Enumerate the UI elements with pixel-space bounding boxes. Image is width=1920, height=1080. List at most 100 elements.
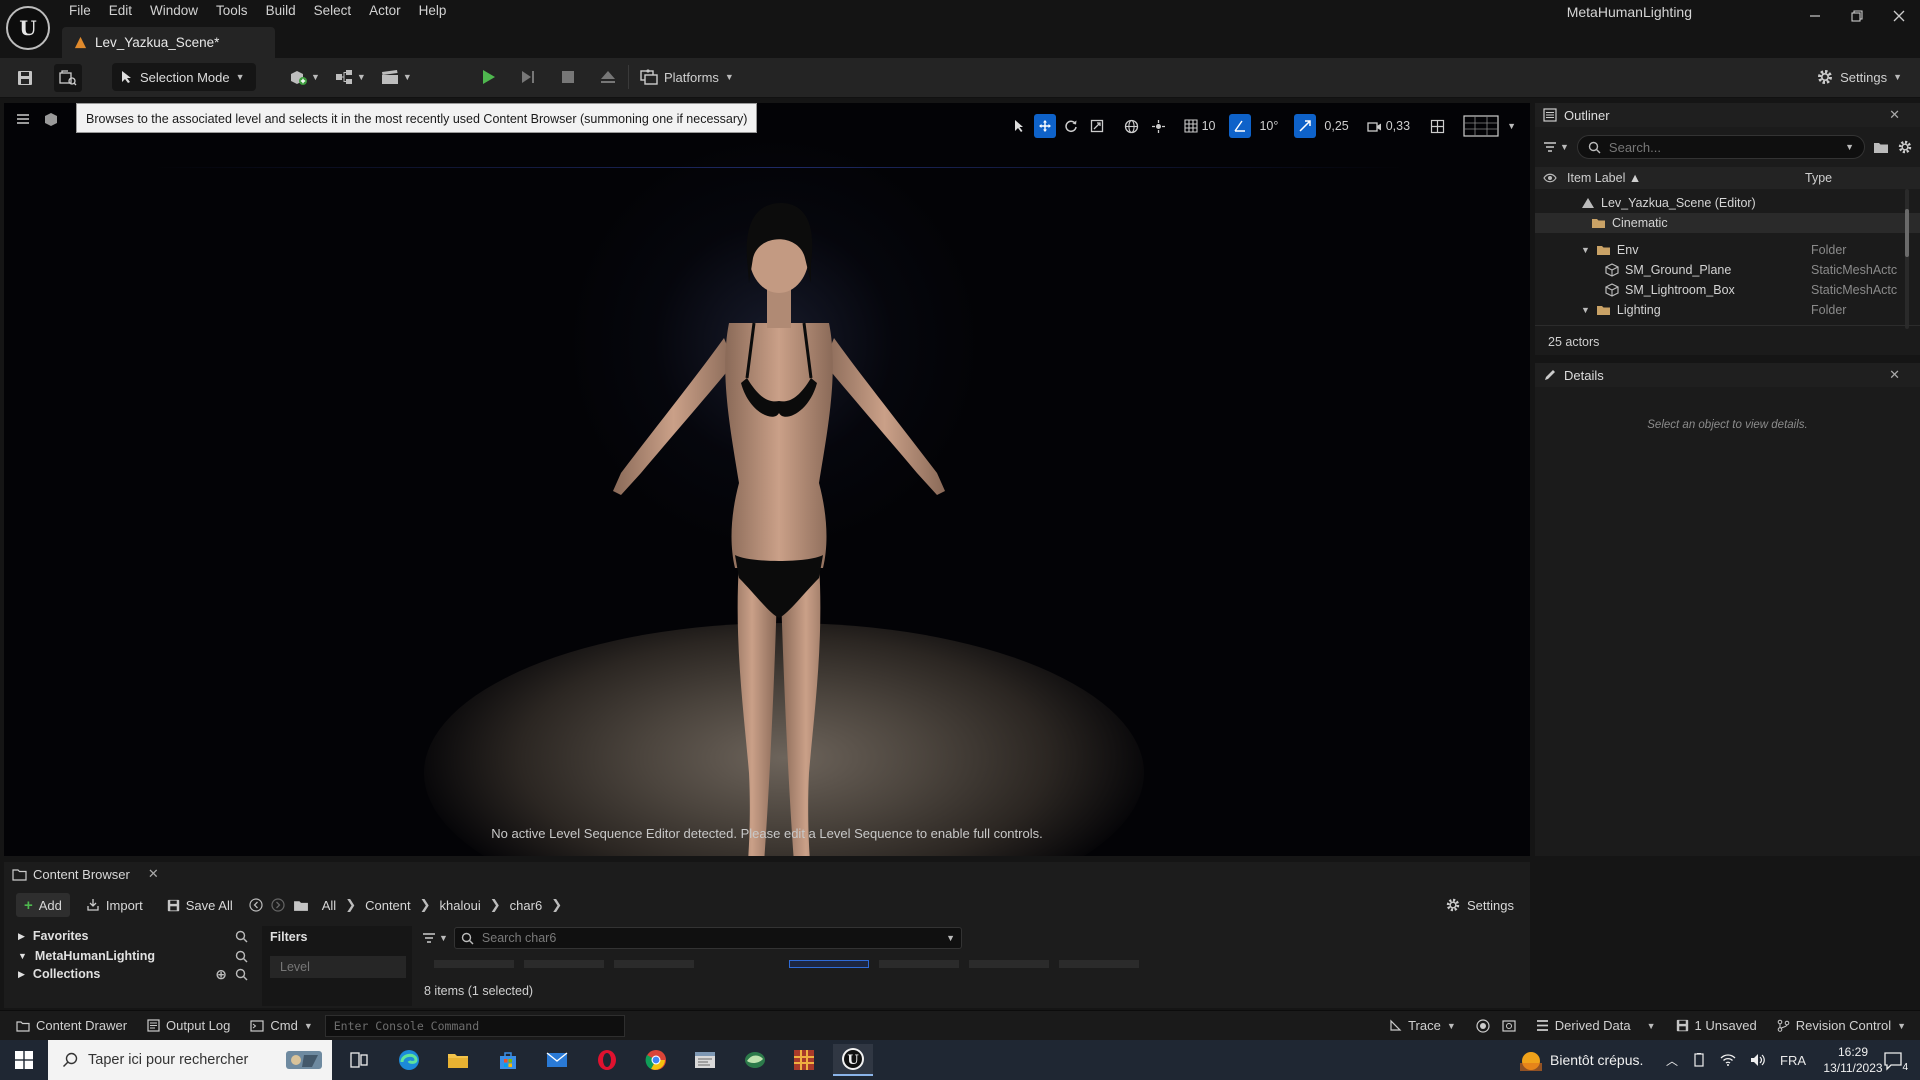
browse-level-icon[interactable] [54,64,82,92]
surface-snap-icon[interactable] [1147,114,1170,138]
platforms-button[interactable]: Platforms ▼ [640,64,734,90]
rotation-snap-value[interactable]: 10° [1255,114,1282,138]
asset-thumbnail[interactable] [789,960,869,968]
chevron-down-icon[interactable]: ▼ [1581,305,1590,315]
revision-control-dropdown[interactable]: Revision Control ▼ [1769,1013,1914,1039]
outliner-scrollbar-thumb[interactable] [1905,209,1909,257]
screenshot-icon[interactable] [1502,1013,1524,1039]
asset-thumbnail[interactable] [1059,960,1139,968]
asset-thumbnail[interactable] [524,960,604,968]
asset-filter-button[interactable]: ▼ [422,932,448,944]
search-icon[interactable] [235,968,248,981]
tree-row-level[interactable]: Lev_Yazkua_Scene (Editor) [1535,193,1920,213]
menu-edit[interactable]: Edit [100,0,141,22]
record-icon[interactable] [1468,1013,1498,1039]
viewport-options-icon[interactable] [1459,114,1503,138]
unreal-engine-taskbar-icon[interactable]: U [833,1044,873,1076]
asset-thumbnail[interactable] [879,960,959,968]
scale-tool-icon[interactable] [1086,114,1108,138]
project-section[interactable]: ▼ MetaHumanLighting [18,949,248,963]
select-tool-icon[interactable] [1008,114,1030,138]
breadcrumb-khaloui[interactable]: khaloui [435,898,486,913]
gear-icon[interactable] [1897,139,1913,155]
rotation-snap-toggle[interactable] [1229,114,1252,138]
windows-start-icon[interactable] [0,1040,48,1080]
chevron-right-icon[interactable]: ❯ [547,897,566,913]
console-command-input[interactable]: Enter Console Command [324,1014,625,1037]
close-icon[interactable] [1878,0,1920,32]
menu-build[interactable]: Build [257,0,305,22]
blueprint-button[interactable]: ▼ [334,68,366,86]
search-icon[interactable] [235,950,248,963]
world-space-icon[interactable] [1120,114,1143,138]
minimize-icon[interactable] [1794,0,1836,32]
chevron-down-icon[interactable]: ▼ [1507,121,1516,131]
derived-data-dropdown[interactable]: Derived Data ▼ [1528,1013,1664,1039]
import-button[interactable]: Import [78,893,151,917]
wifi-icon[interactable] [1720,1053,1736,1067]
chevron-right-icon[interactable]: ❯ [341,897,360,913]
layout-icon[interactable] [1426,114,1449,138]
content-browser-settings-button[interactable]: Settings [1437,893,1522,917]
tree-row-env[interactable]: ▼ Env Folder [1535,240,1920,260]
language-indicator[interactable]: FRA [1780,1053,1806,1068]
windows-search-box[interactable]: Taper ici pour rechercher [48,1040,332,1080]
volume-icon[interactable] [1750,1053,1766,1067]
app-window-icon[interactable] [685,1044,725,1076]
scale-snap-toggle[interactable] [1294,114,1317,138]
chevron-down-icon[interactable]: ▼ [1581,245,1590,255]
perspective-icon[interactable] [42,111,60,129]
app-green-icon[interactable] [735,1044,775,1076]
breadcrumb-content[interactable]: Content [360,898,416,913]
cinematics-button[interactable]: ▼ [380,68,412,86]
file-explorer-icon[interactable] [438,1044,478,1076]
close-icon[interactable]: ✕ [148,866,159,882]
menu-help[interactable]: Help [410,0,456,22]
mail-icon[interactable] [537,1044,577,1076]
content-drawer-button[interactable]: Content Drawer [8,1013,135,1039]
collections-section[interactable]: ▶ Collections ⊕ [18,964,248,984]
store-icon[interactable] [488,1044,528,1076]
menu-actor[interactable]: Actor [360,0,410,22]
menu-tools[interactable]: Tools [207,0,257,22]
add-button[interactable]: + Add [16,893,70,917]
add-collection-icon[interactable]: ⊕ [215,966,227,983]
unreal-logo-icon[interactable]: U [6,6,50,50]
selection-mode-dropdown[interactable]: Selection Mode ▼ [112,63,256,91]
save-all-button[interactable]: Save All [159,893,241,917]
task-view-icon[interactable] [339,1044,379,1076]
camera-speed-button[interactable]: 0,33 [1363,114,1414,138]
asset-thumbnail[interactable] [969,960,1049,968]
level-tab[interactable]: Lev_Yazkua_Scene* [62,27,275,58]
weather-widget[interactable]: Bientôt crépus. [1520,1040,1643,1080]
asset-search-input[interactable]: Search char6 ▼ [453,927,962,949]
chevron-up-icon[interactable]: ︿ [1666,1052,1678,1069]
back-icon[interactable] [249,898,263,912]
chevron-right-icon[interactable]: ❯ [486,897,505,913]
asset-thumbnail[interactable] [434,960,514,968]
outliner-tab[interactable]: Outliner ✕ [1535,103,1920,127]
viewport-menu-icon[interactable] [16,112,38,134]
translate-tool-icon[interactable] [1033,114,1056,138]
add-folder-icon[interactable] [1873,140,1889,154]
column-item-label[interactable]: Item Label ▲ [1567,171,1641,185]
output-log-button[interactable]: Output Log [139,1013,238,1039]
battery-icon[interactable] [1692,1053,1706,1067]
forward-icon[interactable] [271,898,285,912]
tree-row-ground-plane[interactable]: SM_Ground_Plane StaticMeshActc [1535,260,1920,280]
settings-button[interactable]: Settings ▼ [1816,64,1902,90]
close-icon[interactable]: ✕ [1889,367,1900,383]
play-icon[interactable] [474,63,502,91]
close-icon[interactable]: ✕ [1889,107,1900,123]
scale-snap-value[interactable]: 0,25 [1320,114,1352,138]
details-tab[interactable]: Details ✕ [1535,363,1920,387]
trace-dropdown[interactable]: Trace ▼ [1381,1013,1464,1039]
breadcrumb-all[interactable]: All [317,898,341,913]
app-grid-icon[interactable] [784,1044,824,1076]
chrome-icon[interactable] [636,1044,676,1076]
asset-thumbnail[interactable] [614,960,694,968]
content-browser-tab[interactable]: Content Browser ✕ [4,862,167,886]
visibility-eye-icon[interactable] [1543,173,1557,183]
grid-snap-toggle[interactable]: 10 [1180,114,1220,138]
rotate-tool-icon[interactable] [1060,114,1082,138]
